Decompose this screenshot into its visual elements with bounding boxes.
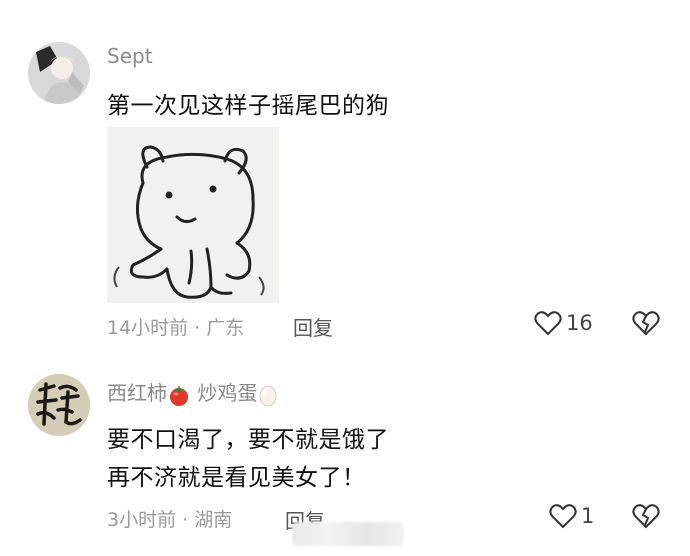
- reply-button[interactable]: 回复: [293, 312, 333, 341]
- username[interactable]: Sept: [107, 44, 153, 68]
- blurred-watermark: [292, 522, 404, 546]
- dislike-button[interactable]: [632, 310, 660, 340]
- cartoon-dog-sticker: [107, 127, 279, 303]
- avatar-image: [28, 374, 90, 436]
- egg-emoji-icon: [259, 385, 277, 406]
- username[interactable]: 西红柿 炒鸡蛋: [107, 377, 279, 407]
- like-count: 1: [581, 504, 595, 528]
- time-location: 14小时前 · 广东: [107, 317, 245, 339]
- broken-heart-icon: [632, 504, 660, 529]
- comment-1: Sept 第一次见这样子摇尾巴的狗 14小时前 · 广东 回复 16: [0, 0, 690, 360]
- heart-outline-icon: [534, 311, 562, 336]
- tomato-emoji-icon: [170, 385, 188, 406]
- avatar[interactable]: [28, 42, 90, 104]
- dislike-button[interactable]: [632, 503, 660, 533]
- avatar[interactable]: [28, 374, 90, 436]
- avatar-image: [28, 42, 90, 104]
- username-part-2: 炒鸡蛋: [197, 381, 258, 405]
- comment-text-line-1: 要不口渴了，要不就是饿了: [107, 427, 389, 453]
- like-count: 16: [566, 311, 593, 335]
- broken-heart-icon: [632, 311, 660, 336]
- comment-text: 第一次见这样子摇尾巴的狗: [107, 93, 389, 119]
- heart-outline-icon: [549, 504, 577, 529]
- sticker-image[interactable]: [107, 127, 279, 303]
- like-button[interactable]: 1: [549, 503, 594, 529]
- comment-text-line-2: 再不济就是看见美女了！: [107, 465, 366, 491]
- time-location: 3小时前 · 湖南: [107, 509, 233, 531]
- like-button[interactable]: 16: [534, 310, 593, 336]
- username-part-1: 西红柿: [107, 381, 167, 405]
